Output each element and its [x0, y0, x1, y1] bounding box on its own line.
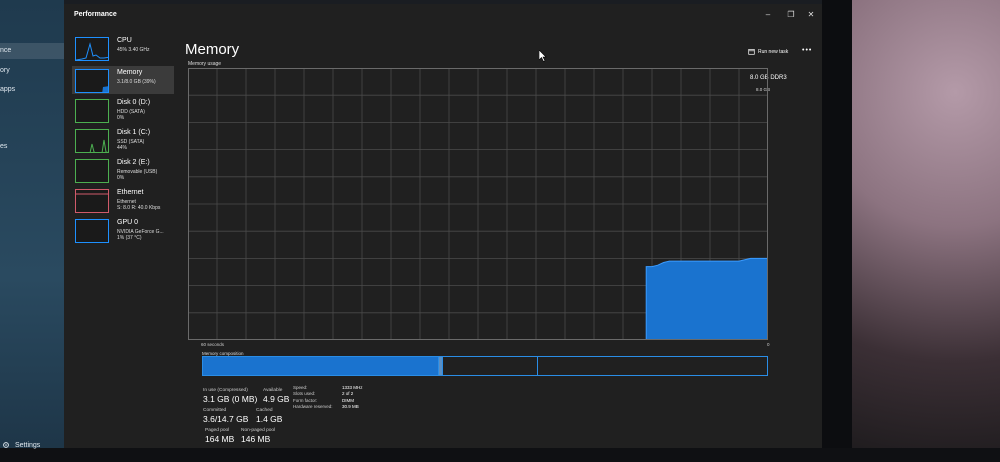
- stat-value: 3.6/14.7 GB: [203, 414, 249, 424]
- run-new-task-label: Run new task: [758, 48, 789, 55]
- memory-composition-bar: [202, 356, 768, 376]
- stat-value: 1.4 GB: [256, 414, 283, 424]
- sidebar-item-label: Disk 1 (C:): [117, 129, 151, 136]
- sidebar-item-detail: S: 8.0 R: 40.0 Kbps: [117, 205, 161, 211]
- memory-usage-graph: [188, 68, 768, 340]
- disk2-thumbnail-graph: [75, 159, 109, 183]
- sidebar-item-label: CPU: [117, 37, 132, 44]
- prop-label-hardware-reserved: Hardware reserved:: [293, 404, 333, 410]
- composition-modified: [437, 357, 443, 375]
- mouse-cursor-icon: [539, 50, 547, 62]
- stat-value: 4.9 GB: [263, 394, 290, 404]
- sidebar-item-label: Disk 2 (E:): [117, 159, 150, 166]
- stat-label: Non-paged pool: [241, 428, 276, 433]
- run-new-task-button[interactable]: Run new task: [748, 48, 788, 55]
- stat-available: Available 4.9 GB: [263, 388, 289, 404]
- more-options-button[interactable]: •••: [802, 47, 812, 54]
- nav-label: apps: [0, 86, 16, 93]
- stat-paged-pool: Paged pool 164 MB: [205, 428, 234, 444]
- memory-usage-area: [645, 257, 768, 340]
- run-task-icon: [748, 49, 755, 55]
- stat-nonpaged-pool: Non-paged pool 146 MB: [241, 428, 275, 444]
- ethernet-thumbnail-graph: [75, 189, 109, 213]
- room-background-right: [850, 0, 1000, 462]
- settings-nav-item-active[interactable]: nce: [0, 43, 64, 59]
- memory-thumbnail-graph: [75, 69, 109, 93]
- sidebar-item-detail: 0%: [117, 115, 125, 121]
- stat-label: Committed: [203, 408, 227, 413]
- sidebar-item-label: Ethernet: [117, 189, 144, 196]
- monitor-bezel-bottom: [0, 448, 1000, 462]
- composition-standby-divider: [536, 357, 538, 375]
- sidebar-item-label: Disk 0 (D:): [117, 99, 151, 106]
- nav-label: nce: [0, 47, 12, 54]
- page-title: Memory: [185, 41, 240, 58]
- settings-label: Settings: [15, 441, 41, 449]
- sidebar-item-cpu[interactable]: CPU 45% 3.40 GHz: [72, 34, 174, 62]
- sidebar-item-disk1[interactable]: Disk 1 (C:) SSD (SATA) 44%: [72, 126, 174, 154]
- memory-usage-label: Memory usage: [188, 61, 222, 67]
- settings-nav-item[interactable]: apps: [0, 86, 15, 93]
- close-button[interactable]: ✕: [804, 8, 818, 22]
- stat-label: In use (Compressed): [203, 388, 248, 393]
- settings-nav-item[interactable]: es: [0, 143, 7, 150]
- sidebar-item-label: GPU 0: [117, 219, 139, 226]
- stat-value: 146 MB: [241, 434, 271, 444]
- restore-button[interactable]: ❐: [784, 8, 798, 22]
- stat-label: Available: [263, 388, 283, 393]
- sidebar-item-detail: 44%: [117, 145, 128, 151]
- background-settings-app: nce ory apps es Settings: [0, 0, 64, 462]
- monitor-bezel-right: [822, 0, 852, 462]
- gear-icon: [3, 442, 9, 448]
- stat-label: Paged pool: [205, 428, 230, 433]
- sidebar-item-disk2[interactable]: Disk 2 (E:) Removable (USB) 0%: [72, 156, 174, 184]
- disk1-thumbnail-graph: [75, 129, 109, 153]
- graph-x-start-label: 60 seconds: [201, 342, 225, 347]
- nav-label: es: [0, 143, 8, 150]
- composition-in-use: [203, 357, 438, 375]
- stat-in-use: In use (Compressed) 3.1 GB (0 MB): [203, 388, 257, 404]
- stat-cached: Cached 1.4 GB: [256, 408, 282, 424]
- sidebar-item-detail: 45% 3.40 GHz: [117, 47, 150, 53]
- sidebar-item-detail: 1% (37 °C): [117, 235, 142, 241]
- gpu-thumbnail-graph: [75, 219, 109, 243]
- prop-value-hardware-reserved: 30.9 MB: [342, 404, 359, 410]
- sidebar-item-gpu0[interactable]: GPU 0 NVIDIA GeForce G... 1% (37 °C): [72, 216, 174, 244]
- task-manager-window: Performance – ❐ ✕ CPU 45% 3.40 GHz Memor…: [64, 4, 822, 448]
- sidebar-item-ethernet[interactable]: Ethernet Ethernet S: 8.0 R: 40.0 Kbps: [72, 186, 174, 214]
- title-bar: Performance – ❐ ✕: [64, 4, 822, 26]
- settings-nav-item[interactable]: ory: [0, 67, 10, 74]
- settings-link[interactable]: Settings: [2, 441, 40, 449]
- stat-value: 164 MB: [205, 434, 235, 444]
- stat-committed: Committed 3.6/14.7 GB: [203, 408, 248, 424]
- stat-value: 3.1 GB (0 MB): [203, 394, 258, 404]
- properties-values: 1333 MHz 2 of 2 DIMM 30.9 MB: [342, 385, 363, 411]
- sidebar-item-memory[interactable]: Memory 3.1/8.0 GB (39%): [72, 66, 174, 94]
- nav-label: ory: [0, 67, 10, 74]
- graph-x-end-label: 0: [767, 342, 770, 347]
- disk0-thumbnail-graph: [75, 99, 109, 123]
- sidebar-item-label: Memory: [117, 69, 143, 76]
- stat-label: Cached: [256, 408, 273, 413]
- minimize-button[interactable]: –: [761, 8, 775, 22]
- window-title: Performance: [74, 11, 117, 18]
- cpu-thumbnail-graph: [75, 37, 109, 61]
- sidebar-item-detail: 3.1/8.0 GB (39%): [117, 79, 156, 85]
- properties-labels: Speed: Slots used: Form factor: Hardware…: [293, 385, 333, 411]
- sidebar-item-detail: 0%: [117, 175, 125, 181]
- sidebar-item-disk0[interactable]: Disk 0 (D:) HDD (SATA) 0%: [72, 96, 174, 124]
